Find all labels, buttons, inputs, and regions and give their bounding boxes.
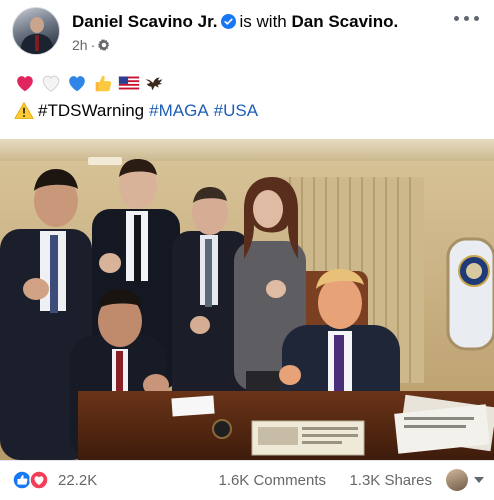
more-options-button[interactable]: [452, 8, 482, 28]
more-dot-icon: [464, 16, 469, 21]
audience-gear-icon[interactable]: [98, 39, 110, 51]
author-avatar[interactable]: [12, 7, 60, 55]
avatar-tie: [35, 35, 39, 51]
chevron-down-icon[interactable]: [474, 477, 484, 483]
avatar-head: [30, 17, 44, 33]
ceiling-light: [88, 157, 122, 165]
meta-separator: ·: [90, 37, 96, 53]
more-dot-icon: [474, 16, 479, 21]
cabin-ceiling: [0, 139, 494, 161]
seal-center: [466, 263, 482, 279]
shares-count-link[interactable]: 1.3K Shares: [349, 472, 432, 489]
emoji-line: [14, 70, 166, 96]
reaction-count[interactable]: 22.2K: [58, 472, 97, 489]
desk-papers: [171, 395, 215, 417]
reactions-bar: 22.2K 1.6K Comments 1.3K Shares: [0, 460, 494, 500]
hashtag-tdswarning[interactable]: #TDSWarning: [38, 101, 144, 121]
more-dot-icon: [454, 16, 459, 21]
post-meta: 2h ·: [72, 37, 110, 53]
hashtag-usa[interactable]: #USA: [214, 101, 258, 121]
viewer-avatar[interactable]: [446, 469, 468, 491]
us-flag-icon: [118, 76, 140, 90]
photo-scene: [0, 139, 494, 460]
post-caption: #TDSWarning #MAGA #USA: [14, 101, 258, 121]
like-reaction-icon: [12, 470, 32, 490]
thumbs-up-icon: [95, 75, 112, 92]
author-name[interactable]: Daniel Scavino Jr.: [72, 12, 218, 31]
red-heart-icon: [17, 76, 33, 92]
white-heart-icon: [42, 75, 60, 92]
hashtag-maga[interactable]: #MAGA: [149, 101, 209, 121]
tagged-person[interactable]: Dan Scavino.: [291, 12, 398, 31]
newspaper: [251, 420, 365, 456]
love-reaction-icon: [29, 470, 49, 490]
post-photo[interactable]: [0, 139, 494, 460]
warning-icon: [14, 102, 34, 119]
with-text: is with: [239, 12, 287, 31]
author-line: Daniel Scavino Jr. is with Dan Scavino.: [72, 12, 398, 32]
verified-badge-icon: [220, 14, 236, 29]
reaction-icons[interactable]: [12, 470, 52, 490]
post-timestamp[interactable]: 2h: [72, 37, 88, 53]
eagle-icon: [145, 77, 163, 91]
desk-cup: [212, 419, 232, 439]
post-header: Daniel Scavino Jr. is with Dan Scavino. 2…: [0, 0, 494, 62]
comments-count-link[interactable]: 1.6K Comments: [218, 472, 326, 489]
blue-heart-icon: [69, 76, 85, 92]
